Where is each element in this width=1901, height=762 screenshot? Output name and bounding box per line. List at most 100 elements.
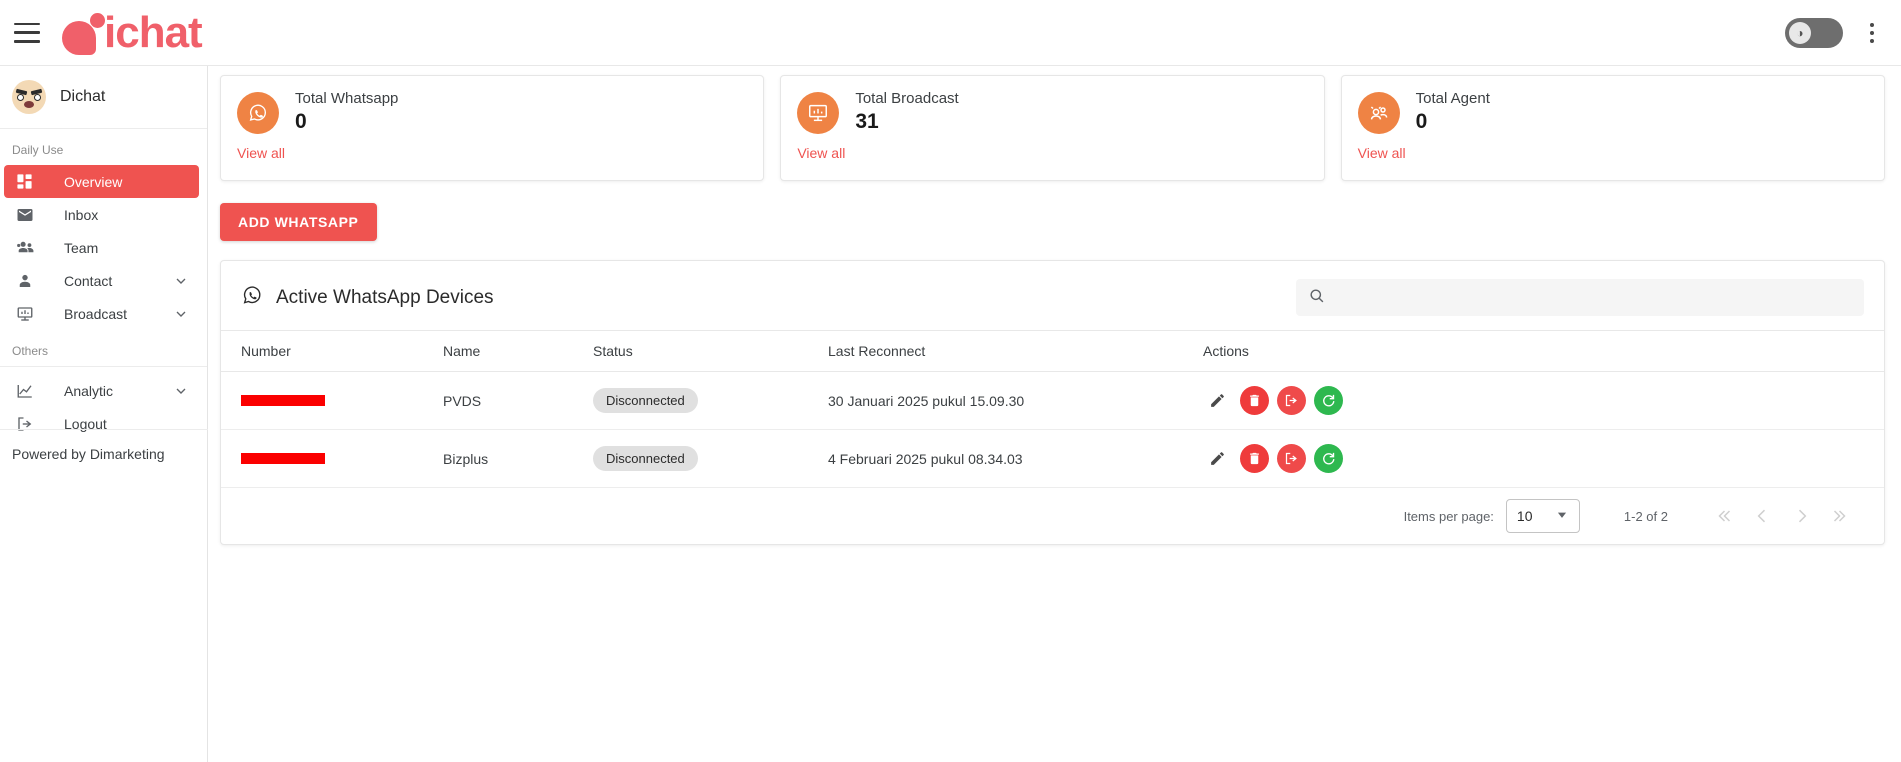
search-icon bbox=[1308, 287, 1325, 309]
whatsapp-icon bbox=[237, 91, 279, 134]
items-per-page-value: 10 bbox=[1516, 508, 1533, 524]
cell-status: Disconnected bbox=[593, 429, 828, 488]
toggle-knob-icon: ◑ bbox=[1789, 21, 1811, 44]
search-input[interactable] bbox=[1335, 289, 1852, 306]
stat-cards-row: Total Whatsapp 0 View all Total Broadcas… bbox=[208, 66, 1901, 181]
last-page-icon[interactable] bbox=[1822, 496, 1862, 536]
logout-device-button[interactable] bbox=[1277, 386, 1306, 415]
mail-icon bbox=[16, 206, 40, 224]
sidebar-item-contact[interactable]: Contact bbox=[4, 264, 199, 297]
analytics-icon bbox=[16, 382, 40, 400]
broadcast-icon bbox=[797, 91, 840, 134]
table-row: PVDS Disconnected 30 Januari 2025 pukul … bbox=[221, 371, 1884, 430]
sidebar-item-label: Contact bbox=[64, 272, 113, 289]
sidebar-item-label: Analytic bbox=[64, 382, 114, 399]
agents-icon bbox=[1357, 91, 1400, 134]
view-all-link[interactable]: View all bbox=[1358, 145, 1406, 161]
items-per-page-label: Items per page: bbox=[1403, 508, 1494, 524]
chevron-down-icon[interactable] bbox=[173, 306, 189, 322]
column-header-actions: Actions bbox=[1203, 330, 1884, 372]
edit-button[interactable] bbox=[1203, 386, 1232, 415]
previous-page-icon[interactable] bbox=[1742, 496, 1782, 536]
cell-number bbox=[221, 371, 443, 430]
whatsapp-icon bbox=[241, 284, 263, 312]
sidebar-profile[interactable]: Dichat bbox=[0, 66, 207, 129]
cell-actions bbox=[1203, 429, 1884, 488]
sidebar-group-daily-use: Daily Use bbox=[12, 143, 64, 157]
profile-name: Dichat bbox=[60, 88, 106, 105]
logout-device-button[interactable] bbox=[1277, 444, 1306, 473]
stat-card-title: Total Agent bbox=[1415, 90, 1490, 107]
panel-title-wrap: Active WhatsApp Devices bbox=[241, 284, 494, 312]
chevron-down-icon[interactable] bbox=[173, 383, 189, 399]
status-badge: Disconnected bbox=[593, 388, 698, 413]
refresh-button[interactable] bbox=[1314, 386, 1343, 415]
stat-card-value: 0 bbox=[1415, 110, 1428, 133]
next-page-icon[interactable] bbox=[1782, 496, 1822, 536]
sidebar: Dichat Daily Use Overview Inbox Team Con… bbox=[0, 66, 208, 762]
first-page-icon[interactable] bbox=[1702, 496, 1742, 536]
redacted-number bbox=[241, 394, 325, 406]
search-field[interactable] bbox=[1296, 279, 1864, 316]
cell-last-reconnect: 30 Januari 2025 pukul 15.09.30 bbox=[828, 371, 1203, 430]
edit-button[interactable] bbox=[1203, 444, 1232, 473]
brand-logo[interactable]: ichat bbox=[62, 0, 203, 66]
cell-name: Bizplus bbox=[443, 429, 593, 488]
sidebar-item-team[interactable]: Team bbox=[4, 231, 199, 264]
stat-card-total-agent: Total Agent 0 View all bbox=[1340, 75, 1885, 181]
stat-card-title: Total Whatsapp bbox=[295, 90, 399, 107]
column-header-status: Status bbox=[593, 330, 828, 372]
status-badge: Disconnected bbox=[593, 446, 698, 471]
view-all-link[interactable]: View all bbox=[237, 145, 285, 161]
cell-actions bbox=[1203, 371, 1884, 430]
sidebar-item-analytic[interactable]: Analytic bbox=[4, 374, 199, 407]
brand-name: ichat bbox=[104, 7, 203, 57]
sidebar-item-overview[interactable]: Overview bbox=[4, 165, 199, 198]
stat-card-value: 31 bbox=[855, 110, 879, 133]
table-header-row: Number Name Status Last Reconnect Action… bbox=[221, 330, 1884, 372]
delete-button[interactable] bbox=[1240, 444, 1269, 473]
delete-button[interactable] bbox=[1240, 386, 1269, 415]
devices-table: Number Name Status Last Reconnect Action… bbox=[221, 330, 1884, 488]
add-whatsapp-button[interactable]: ADD WHATSAPP bbox=[220, 203, 377, 241]
chevron-down-icon[interactable] bbox=[173, 273, 189, 289]
kebab-menu-icon[interactable] bbox=[1859, 18, 1885, 48]
dark-mode-toggle[interactable]: ◑ bbox=[1785, 17, 1843, 48]
sidebar-group-others: Others bbox=[12, 344, 49, 358]
sidebar-item-label: Team bbox=[64, 239, 99, 256]
view-all-link[interactable]: View all bbox=[797, 145, 845, 161]
cell-last-reconnect: 4 Februari 2025 pukul 08.34.03 bbox=[828, 429, 1203, 488]
top-app-bar: ichat ◑ bbox=[0, 0, 1901, 66]
cell-name: PVDS bbox=[443, 371, 593, 430]
stat-card-value: 0 bbox=[295, 110, 307, 133]
cell-number bbox=[221, 429, 443, 488]
table-row: Bizplus Disconnected 4 Februari 2025 puk… bbox=[221, 429, 1884, 488]
cell-status: Disconnected bbox=[593, 371, 828, 430]
hamburger-icon[interactable] bbox=[14, 22, 40, 43]
sidebar-item-label: Overview bbox=[64, 173, 123, 190]
main-content: Total Whatsapp 0 View all Total Broadcas… bbox=[208, 66, 1901, 762]
column-header-number: Number bbox=[221, 330, 443, 372]
avatar bbox=[12, 80, 46, 114]
person-icon bbox=[16, 272, 40, 290]
chevron-down-icon bbox=[1555, 508, 1569, 525]
paginator: Items per page: 10 1-2 of 2 bbox=[221, 488, 1884, 544]
stat-card-title: Total Broadcast bbox=[855, 90, 959, 107]
powered-by-label: Powered by Dimarketing bbox=[12, 446, 165, 462]
stat-card-total-broadcast: Total Broadcast 31 View all bbox=[780, 75, 1325, 181]
sidebar-footer: Powered by Dimarketing bbox=[0, 429, 208, 462]
column-header-last-reconnect: Last Reconnect bbox=[828, 330, 1203, 372]
items-per-page-select[interactable]: 10 bbox=[1505, 499, 1580, 533]
broadcast-icon bbox=[16, 305, 40, 323]
redacted-number bbox=[241, 452, 325, 464]
people-icon bbox=[16, 238, 40, 257]
refresh-button[interactable] bbox=[1314, 444, 1343, 473]
page-range-label: 1-2 of 2 bbox=[1623, 508, 1668, 524]
stat-card-total-whatsapp: Total Whatsapp 0 View all bbox=[220, 75, 765, 181]
panel-title: Active WhatsApp Devices bbox=[276, 286, 494, 308]
sidebar-item-inbox[interactable]: Inbox bbox=[4, 198, 199, 231]
chat-bubble-icon bbox=[62, 11, 108, 55]
sidebar-item-label: Inbox bbox=[64, 206, 99, 223]
sidebar-item-broadcast[interactable]: Broadcast bbox=[4, 297, 199, 330]
sidebar-item-label: Broadcast bbox=[64, 305, 128, 322]
